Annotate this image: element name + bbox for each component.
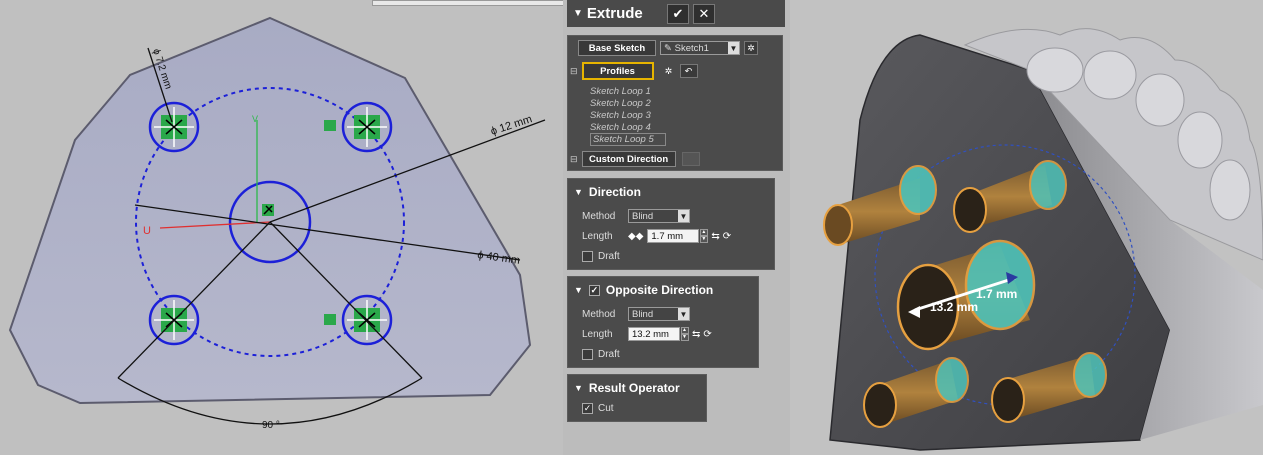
length-label: Length: [582, 230, 613, 242]
cut-checkbox[interactable]: ✓: [582, 403, 593, 414]
coincident-constraint-icon: [324, 120, 336, 131]
method-select[interactable]: Blind ▼: [628, 307, 690, 321]
coincident-constraint-icon: [324, 314, 336, 325]
axis-v-label: V: [252, 114, 258, 124]
length-stepper[interactable]: ▲ ▼: [681, 327, 689, 341]
opposite-direction-section: ▼ ✓ Opposite Direction Method Blind ▼ Len…: [567, 276, 759, 368]
axis-u-label: U: [143, 225, 151, 237]
method-select[interactable]: Blind ▼: [628, 209, 690, 223]
flip-direction-icon[interactable]: ◆◆: [628, 231, 643, 242]
extrude-back-label[interactable]: 13.2 mm: [930, 300, 978, 314]
3d-viewport[interactable]: 13.2 mm 1.7 mm: [790, 0, 1263, 455]
cut-label: Cut: [598, 403, 614, 414]
chevron-down-icon: ▼: [678, 308, 689, 320]
collapse-arrow-icon[interactable]: ▼: [574, 187, 583, 197]
panel-title: Extrude: [586, 5, 643, 22]
direction-pick-icon[interactable]: [681, 152, 700, 166]
section-title: Result Operator: [588, 381, 680, 395]
method-label: Method: [582, 308, 616, 320]
base-sketch-button[interactable]: Base Sketch: [578, 40, 656, 56]
ok-button[interactable]: ✔: [667, 3, 689, 24]
extrude-property-panel: ▼ Extrude ✔ ✕ Base Sketch ✎ Sketch1 ▼ ✲ …: [563, 0, 790, 455]
section-title: Direction: [588, 185, 641, 199]
draft-checkbox[interactable]: [582, 349, 593, 360]
length-label: Length: [582, 328, 613, 340]
dim-angle-label[interactable]: 90 °: [262, 420, 280, 431]
length-stepper[interactable]: ▲ ▼: [700, 229, 709, 243]
refresh-icon[interactable]: ⟳: [703, 329, 711, 340]
toolbar-edge: [372, 0, 563, 6]
hole-top-left[interactable]: [148, 101, 200, 153]
minus-toggle-icon[interactable]: ⊟: [570, 66, 578, 77]
custom-direction-button[interactable]: Custom Direction: [581, 151, 676, 167]
settings-icon[interactable]: ✲: [744, 41, 758, 55]
list-item[interactable]: Sketch Loop 2: [590, 98, 651, 109]
list-item[interactable]: Sketch Loop 3: [590, 110, 651, 121]
undo-icon[interactable]: ↶: [679, 64, 698, 78]
list-item[interactable]: Sketch Loop 4: [590, 122, 651, 133]
profiles-button[interactable]: Profiles: [581, 62, 654, 80]
chevron-down-icon: ▼: [728, 42, 739, 54]
refresh-icon[interactable]: ⟳: [723, 231, 731, 242]
collapse-arrow-icon[interactable]: ▼: [573, 8, 583, 19]
cancel-button[interactable]: ✕: [693, 3, 715, 24]
length-input[interactable]: 13.2 mm: [628, 327, 680, 341]
settings-icon[interactable]: ✲: [662, 64, 676, 78]
method-label: Method: [582, 210, 616, 222]
minus-toggle-icon[interactable]: ⊟: [570, 154, 578, 165]
sketch-section: Base Sketch ✎ Sketch1 ▼ ✲ ⊟ Profiles ✲ ↶…: [567, 35, 783, 171]
extrude-forward-label[interactable]: 1.7 mm: [976, 287, 1017, 301]
direction-section: ▼ Direction Method Blind ▼ Length ◆◆ 1.7 m…: [567, 178, 775, 270]
sketch-viewport[interactable]: U V ϕ 7.2 mm ϕ 12 mm ϕ 40 mm 90 °: [0, 0, 563, 455]
draft-label: Draft: [598, 349, 620, 360]
measure-icon[interactable]: ⇆: [692, 329, 700, 340]
measure-icon[interactable]: ⇆: [711, 231, 719, 242]
collapse-arrow-icon[interactable]: ▼: [574, 285, 583, 295]
collapse-arrow-icon[interactable]: ▼: [574, 383, 583, 393]
length-input[interactable]: 1.7 mm: [647, 229, 700, 243]
list-item[interactable]: Sketch Loop 1: [590, 86, 651, 97]
3d-canvas[interactable]: 13.2 mm 1.7 mm: [790, 0, 1263, 455]
pencil-icon: ✎: [664, 42, 675, 54]
draft-checkbox[interactable]: [582, 251, 593, 262]
opposite-direction-checkbox[interactable]: ✓: [588, 284, 600, 296]
draft-label: Draft: [598, 251, 620, 262]
section-title: Opposite Direction: [605, 283, 714, 297]
list-item[interactable]: Sketch Loop 5: [590, 133, 666, 146]
base-sketch-select[interactable]: ✎ Sketch1 ▼: [660, 41, 740, 55]
extrude-header: ▼ Extrude ✔ ✕: [567, 0, 785, 27]
sketch-canvas[interactable]: U V ϕ 7.2 mm ϕ 12 mm ϕ 40 mm 90 °: [0, 0, 563, 455]
result-operator-section: ▼ Result Operator ✓ Cut: [567, 374, 707, 422]
dim-circle-label[interactable]: ϕ 12 mm: [489, 113, 533, 138]
chevron-down-icon: ▼: [678, 210, 689, 222]
